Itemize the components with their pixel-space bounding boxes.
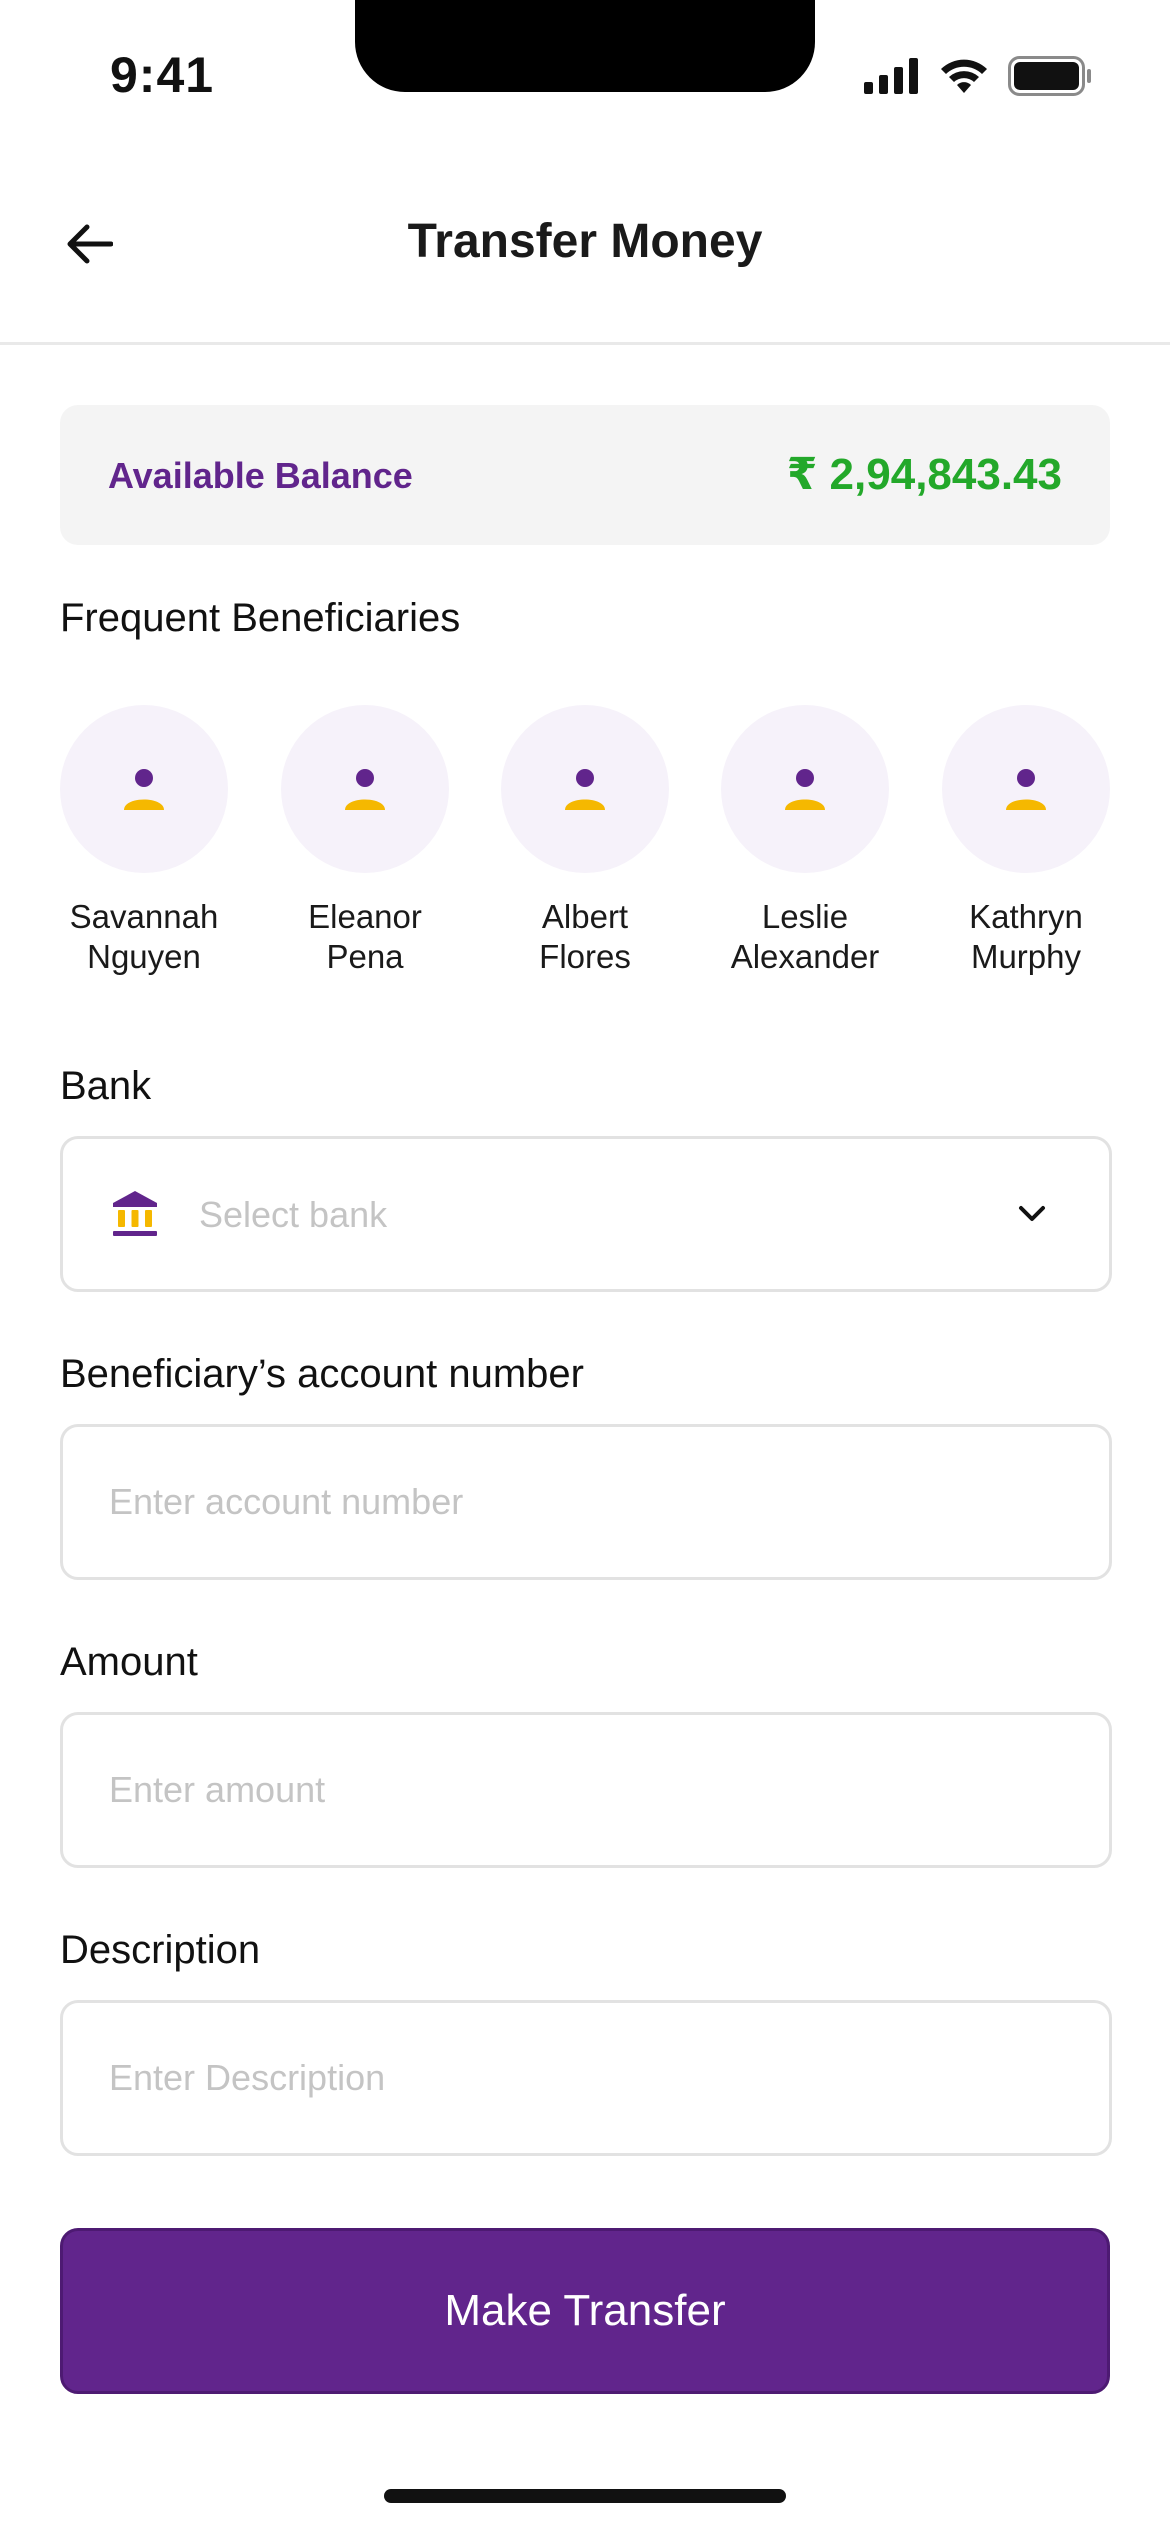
beneficiary-item[interactable]: Kathryn Murphy	[926, 705, 1126, 977]
user-icon	[345, 769, 385, 810]
page-title: Transfer Money	[407, 215, 763, 268]
status-bar: 9:41	[0, 0, 1170, 150]
signal-icon	[864, 58, 920, 99]
home-indicator	[384, 2489, 786, 2503]
app-header: Transfer Money	[0, 150, 1170, 345]
avatar	[501, 705, 669, 873]
beneficiary-item[interactable]: Albert Flores	[485, 705, 685, 977]
user-icon	[785, 769, 825, 810]
beneficiary-name: Savannah Nguyen	[69, 898, 219, 975]
status-time: 9:41	[110, 47, 215, 103]
amount-label: Amount	[60, 1640, 198, 1684]
beneficiary-item[interactable]: Savannah Nguyen	[44, 705, 244, 977]
beneficiary-item[interactable]: Leslie Alexander	[705, 705, 905, 977]
user-icon	[124, 769, 164, 810]
description-label: Description	[60, 1928, 261, 1972]
user-icon	[565, 769, 605, 810]
bank-icon	[111, 1189, 159, 1239]
balance-card: Available Balance ₹ 2,94,843.43	[60, 405, 1110, 545]
battery-icon	[1008, 56, 1092, 101]
chevron-down-icon	[1015, 1199, 1049, 1229]
beneficiary-item[interactable]: Eleanor Pena	[265, 705, 465, 977]
avatar	[721, 705, 889, 873]
device-notch	[355, 0, 815, 92]
bank-label: Bank	[60, 1064, 152, 1108]
bank-select[interactable]: Select bank	[60, 1136, 1112, 1292]
beneficiaries-heading: Frequent Beneficiaries	[60, 596, 461, 640]
amount-input[interactable]	[109, 1715, 1059, 1865]
balance-value: ₹ 2,94,843.43	[786, 450, 1062, 499]
balance-label: Available Balance	[108, 455, 413, 496]
status-icons	[864, 56, 1092, 101]
avatar	[60, 705, 228, 873]
beneficiaries-list: Savannah Nguyen Eleanor Pena Albert Flor…	[60, 705, 1110, 985]
bank-select-placeholder: Select bank	[199, 1194, 388, 1235]
avatar	[942, 705, 1110, 873]
wifi-icon	[938, 57, 990, 100]
account-number-label: Beneficiary’s account number	[60, 1352, 584, 1396]
user-icon	[1006, 769, 1046, 810]
beneficiary-name: Kathryn Murphy	[969, 898, 1083, 975]
beneficiary-name: Leslie Alexander	[730, 898, 880, 975]
description-input[interactable]	[109, 2003, 1059, 2153]
amount-field	[60, 1712, 1112, 1868]
beneficiary-name: Eleanor Pena	[308, 898, 422, 975]
beneficiary-name: Albert Flores	[539, 898, 631, 975]
account-number-input[interactable]	[109, 1427, 1059, 1577]
make-transfer-button[interactable]: Make Transfer	[60, 2228, 1110, 2394]
account-number-field	[60, 1424, 1112, 1580]
avatar	[281, 705, 449, 873]
description-field	[60, 2000, 1112, 2156]
